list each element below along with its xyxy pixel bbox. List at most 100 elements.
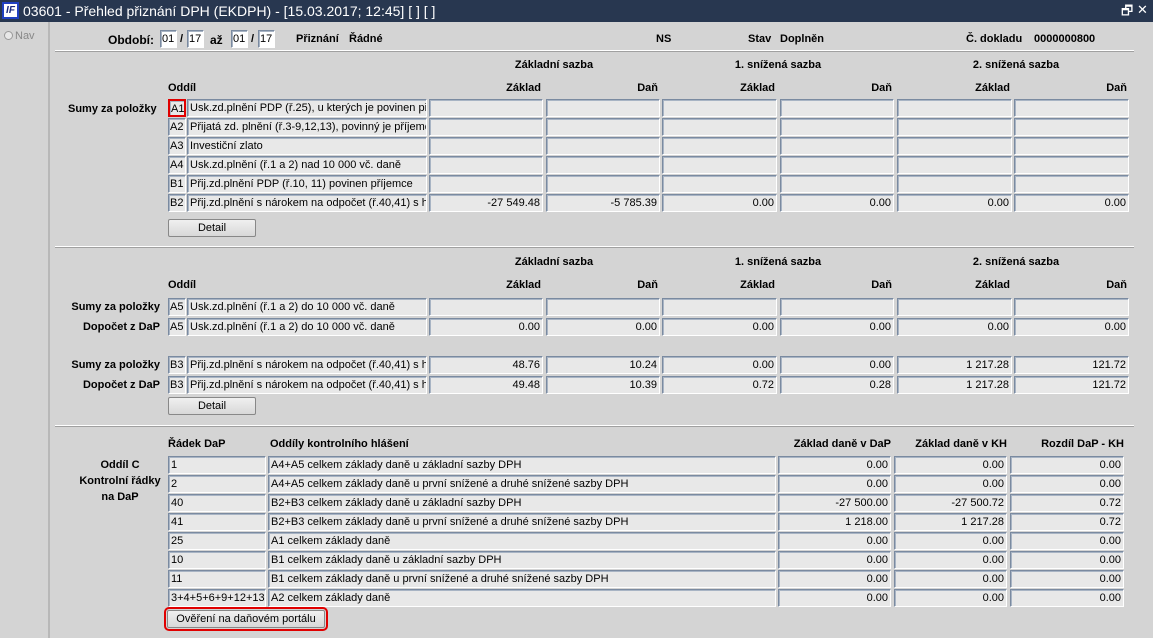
difference-field[interactable]: 0.00 <box>1010 551 1124 569</box>
amount-field[interactable]: 1 217.28 <box>897 376 1012 394</box>
kh-section-field[interactable]: A4+A5 celkem základy daně u první snížen… <box>268 475 776 493</box>
section-code[interactable]: A1 <box>168 99 186 117</box>
base-dap-field[interactable]: 0.00 <box>778 475 891 493</box>
nav-toggle[interactable]: Nav <box>4 30 35 42</box>
detail-button[interactable]: Detail <box>168 219 256 237</box>
amount-field[interactable] <box>546 156 660 174</box>
amount-field[interactable]: -5 785.39 <box>546 194 660 212</box>
section-code[interactable]: A2 <box>168 118 186 136</box>
section-description[interactable]: Přijatá zd. plnění (ř.3-9,12,13), povinn… <box>187 118 427 136</box>
dap-line-field[interactable]: 1 <box>168 456 266 474</box>
amount-field[interactable]: 0.00 <box>662 194 777 212</box>
dap-line-field[interactable]: 2 <box>168 475 266 493</box>
base-dap-field[interactable]: 1 218.00 <box>778 513 891 531</box>
amount-field[interactable]: 0.72 <box>662 376 777 394</box>
base-kh-field[interactable]: 1 217.28 <box>894 513 1007 531</box>
base-kh-field[interactable]: 0.00 <box>894 589 1007 607</box>
difference-field[interactable]: 0.00 <box>1010 456 1124 474</box>
difference-field[interactable]: 0.00 <box>1010 570 1124 588</box>
amount-field[interactable]: 0.00 <box>780 318 894 336</box>
amount-field[interactable]: 10.24 <box>546 356 660 374</box>
difference-field[interactable]: 0.72 <box>1010 513 1124 531</box>
dap-line-field[interactable]: 3+4+5+6+9+12+13 <box>168 589 266 607</box>
amount-field[interactable] <box>780 298 894 316</box>
base-dap-field[interactable]: 0.00 <box>778 456 891 474</box>
amount-field[interactable] <box>1014 99 1129 117</box>
amount-field[interactable] <box>429 175 543 193</box>
amount-field[interactable] <box>662 298 777 316</box>
section-code[interactable]: B3 <box>168 356 186 374</box>
base-dap-field[interactable]: 0.00 <box>778 589 891 607</box>
dap-line-field[interactable]: 25 <box>168 532 266 550</box>
verify-portal-button[interactable]: Ověření na daňovém portálu <box>164 607 328 631</box>
difference-field[interactable]: 0.00 <box>1010 475 1124 493</box>
amount-field[interactable]: 10.39 <box>546 376 660 394</box>
amount-field[interactable]: 1 217.28 <box>897 356 1012 374</box>
amount-field[interactable]: 121.72 <box>1014 356 1129 374</box>
section-code[interactable]: A5 <box>168 298 186 316</box>
amount-field[interactable] <box>1014 137 1129 155</box>
amount-field[interactable] <box>662 156 777 174</box>
base-kh-field[interactable]: 0.00 <box>894 532 1007 550</box>
section-description[interactable]: Přij.zd.plnění s nárokem na odpočet (ř.4… <box>187 376 427 394</box>
period-to-month[interactable]: 01 <box>231 30 248 48</box>
section-code[interactable]: A5 <box>168 318 186 336</box>
amount-field[interactable] <box>1014 156 1129 174</box>
section-code[interactable]: B1 <box>168 175 186 193</box>
difference-field[interactable]: 0.72 <box>1010 494 1124 512</box>
amount-field[interactable] <box>546 99 660 117</box>
section-description[interactable]: Přij.zd.plnění PDP (ř.10, 11) povinen př… <box>187 175 427 193</box>
amount-field[interactable] <box>429 137 543 155</box>
amount-field[interactable]: -27 549.48 <box>429 194 543 212</box>
detail-button[interactable]: Detail <box>168 397 256 415</box>
base-kh-field[interactable]: 0.00 <box>894 475 1007 493</box>
amount-field[interactable] <box>546 137 660 155</box>
section-description[interactable]: Usk.zd.plnění PDP (ř.25), u kterých je p… <box>187 99 427 117</box>
base-dap-field[interactable]: 0.00 <box>778 551 891 569</box>
section-code[interactable]: A3 <box>168 137 186 155</box>
kh-section-field[interactable]: B1 celkem základy daně u základní sazby … <box>268 551 776 569</box>
dap-line-field[interactable]: 41 <box>168 513 266 531</box>
period-from-month[interactable]: 01 <box>160 30 177 48</box>
kh-section-field[interactable]: A1 celkem základy daně <box>268 532 776 550</box>
kh-section-field[interactable]: B2+B3 celkem základy daně u základní saz… <box>268 494 776 512</box>
amount-field[interactable] <box>429 156 543 174</box>
amount-field[interactable] <box>662 175 777 193</box>
base-kh-field[interactable]: 0.00 <box>894 570 1007 588</box>
amount-field[interactable] <box>546 298 660 316</box>
dap-line-field[interactable]: 10 <box>168 551 266 569</box>
section-description[interactable]: Usk.zd.plnění (ř.1 a 2) do 10 000 vč. da… <box>187 298 427 316</box>
kh-section-field[interactable]: A2 celkem základy daně <box>268 589 776 607</box>
amount-field[interactable]: 0.00 <box>1014 194 1129 212</box>
kh-section-field[interactable]: B1 celkem základy daně u první snížené a… <box>268 570 776 588</box>
section-description[interactable]: Přij.zd.plnění s nárokem na odpočet (ř.4… <box>187 194 427 212</box>
dap-line-field[interactable]: 40 <box>168 494 266 512</box>
amount-field[interactable] <box>546 175 660 193</box>
base-kh-field[interactable]: 0.00 <box>894 551 1007 569</box>
amount-field[interactable] <box>662 137 777 155</box>
amount-field[interactable] <box>897 175 1012 193</box>
amount-field[interactable] <box>1014 175 1129 193</box>
amount-field[interactable] <box>780 156 894 174</box>
amount-field[interactable]: 0.00 <box>897 318 1012 336</box>
amount-field[interactable] <box>429 298 543 316</box>
section-description[interactable]: Usk.zd.plnění (ř.1 a 2) do 10 000 vč. da… <box>187 318 427 336</box>
base-dap-field[interactable]: 0.00 <box>778 570 891 588</box>
amount-field[interactable]: 0.00 <box>429 318 543 336</box>
amount-field[interactable]: 121.72 <box>1014 376 1129 394</box>
base-dap-field[interactable]: -27 500.00 <box>778 494 891 512</box>
dap-line-field[interactable]: 11 <box>168 570 266 588</box>
amount-field[interactable] <box>429 99 543 117</box>
amount-field[interactable] <box>897 298 1012 316</box>
section-description[interactable]: Investiční zlato <box>187 137 427 155</box>
difference-field[interactable]: 0.00 <box>1010 589 1124 607</box>
difference-field[interactable]: 0.00 <box>1010 532 1124 550</box>
section-code[interactable]: B2 <box>168 194 186 212</box>
amount-field[interactable] <box>897 156 1012 174</box>
amount-field[interactable]: 0.00 <box>897 194 1012 212</box>
section-code[interactable]: B3 <box>168 376 186 394</box>
amount-field[interactable] <box>897 99 1012 117</box>
amount-field[interactable]: 0.28 <box>780 376 894 394</box>
amount-field[interactable]: 0.00 <box>780 194 894 212</box>
base-dap-field[interactable]: 0.00 <box>778 532 891 550</box>
